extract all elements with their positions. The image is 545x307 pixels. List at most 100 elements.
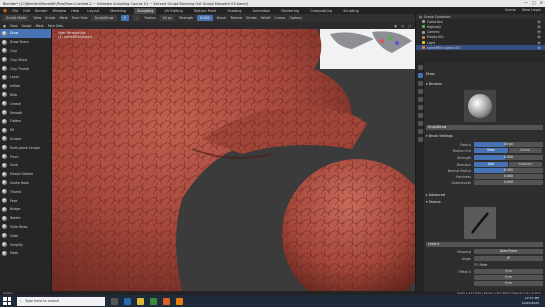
brush-item-fill[interactable]: Fill	[0, 126, 51, 135]
brush-item-mask[interactable]: Mask	[0, 249, 51, 258]
visibility-eye-icon[interactable]: 👁	[537, 20, 541, 24]
menu-view[interactable]: View	[33, 16, 41, 20]
radius-field[interactable]: 40 px	[159, 15, 175, 21]
mask-menu[interactable]: Mask	[36, 24, 44, 28]
sculpt-menu[interactable]: Sculpt	[22, 24, 32, 28]
mode-icon[interactable]: ▣	[3, 24, 6, 28]
brush-item-pose[interactable]: Pose	[0, 196, 51, 205]
workspace-tab-rendering[interactable]: Rendering	[278, 8, 302, 14]
hardness-field[interactable]: 0.000	[474, 174, 543, 179]
workspace-tab-compositing[interactable]: Compositing	[307, 8, 335, 14]
overlay-icon[interactable]: ◎	[401, 24, 404, 28]
brush-item-cloth[interactable]: Cloth	[0, 231, 51, 240]
autosmooth-field[interactable]: 0.000	[474, 180, 543, 185]
normal-radius-field[interactable]: 0.500	[474, 168, 543, 173]
rake-checkbox[interactable]	[474, 262, 478, 267]
radius-field[interactable]: 40 px	[474, 142, 543, 147]
menu-render[interactable]: Render	[35, 9, 47, 13]
windows-start-icon[interactable]	[3, 297, 11, 305]
brush-item-simplify[interactable]: Simplify	[0, 240, 51, 249]
direction-add[interactable]: Add	[474, 162, 509, 167]
brush-item-blob[interactable]: Blob	[0, 91, 51, 100]
direction-subtract[interactable]: Subtract	[508, 162, 543, 167]
brush-item-draw[interactable]: Draw	[0, 29, 51, 38]
radius-unit-scene[interactable]: Scene	[508, 148, 543, 153]
minimize-button[interactable]: —	[524, 0, 528, 5]
offset-z-field[interactable]: 0 m	[474, 281, 543, 286]
view-layer-selector[interactable]: View Layer	[522, 8, 541, 12]
visibility-eye-icon[interactable]: 👁	[537, 35, 541, 39]
menu-mask[interactable]: Mask	[59, 16, 68, 20]
mode-selector[interactable]: Sculpt Mode	[3, 15, 30, 21]
radius-unit-view[interactable]: View	[474, 148, 509, 153]
visibility-eye-icon[interactable]: 👁	[537, 30, 541, 34]
brush-selector[interactable]: SculptDraw	[91, 15, 117, 21]
brush-item-snake-hook[interactable]: Snake Hook	[0, 179, 51, 188]
menu-window[interactable]: Window	[52, 9, 66, 13]
brush-item-scrape[interactable]: Scrape	[0, 135, 51, 144]
brush-item-grab[interactable]: Grab	[0, 161, 51, 170]
brush-item-multi-plane-scrape[interactable]: Multi-plane Scrape	[0, 143, 51, 152]
brush-preview[interactable]	[464, 90, 496, 122]
visibility-eye-icon[interactable]: 👁	[537, 25, 541, 29]
brush-item-thumb[interactable]: Thumb	[0, 187, 51, 196]
overlay-cursor[interactable]: Cursor	[274, 16, 285, 20]
outliner-row[interactable]: cameRRSculpted.001 👁	[416, 45, 545, 51]
offset-x-field[interactable]: 0 m	[474, 269, 543, 274]
brush-item-nudge[interactable]: Nudge	[0, 205, 51, 214]
workspace-tab-scripting[interactable]: Scripting	[340, 8, 362, 14]
texture-preview[interactable]	[464, 207, 496, 239]
blender-taskbar-icon[interactable]	[176, 297, 183, 305]
brush-item-flatten[interactable]: Flatten	[0, 117, 51, 126]
xray-icon[interactable]: ▢	[408, 24, 411, 28]
brush-item-clay-thumb[interactable]: Clay Thumb	[0, 64, 51, 73]
brush-item-smooth[interactable]: Smooth	[0, 108, 51, 117]
scene-tab-icon[interactable]	[417, 105, 423, 110]
brush-item-pinch[interactable]: Pinch	[0, 152, 51, 161]
brush-item-clay-strips[interactable]: Clay Strips	[0, 55, 51, 64]
world-tab-icon[interactable]	[417, 113, 423, 118]
active-tool-tab-icon[interactable]	[417, 73, 423, 78]
menu-file[interactable]: File	[12, 9, 18, 13]
overlay-falloff[interactable]: Falloff	[261, 16, 271, 20]
options-menu[interactable]: Options	[289, 16, 302, 20]
brush-item-layer[interactable]: Layer	[0, 73, 51, 82]
blender-logo-icon[interactable]: ◉	[3, 8, 7, 14]
face-sets-menu[interactable]: Face Sets	[48, 24, 63, 28]
render-tab-icon[interactable]	[417, 81, 423, 86]
workspace-tab-uv-editing[interactable]: UV Editing	[161, 8, 185, 14]
advanced-section-header[interactable]: ▸ Advanced	[426, 193, 445, 197]
brush-item-elastic-deform[interactable]: Elastic Deform	[0, 170, 51, 179]
brush-item-rotate[interactable]: Rotate	[0, 214, 51, 223]
strength-field[interactable]: 0.500	[197, 15, 213, 21]
offset-y-field[interactable]: 0 m	[474, 275, 543, 280]
close-button[interactable]: ✕	[540, 0, 543, 5]
maximize-button[interactable]: □	[532, 0, 536, 5]
menu-sculpt[interactable]: Sculpt	[45, 16, 55, 20]
subtract-button[interactable]: -	[133, 15, 141, 21]
object-tab-icon[interactable]	[417, 121, 423, 126]
output-tab-icon[interactable]	[417, 89, 423, 94]
overlay-brush[interactable]: Brush	[217, 16, 227, 20]
workspace-tab-texture-paint[interactable]: Texture Paint	[191, 8, 220, 14]
overlay-texture[interactable]: Texture	[230, 16, 242, 20]
taskbar-clock[interactable]: 12:57 PM 10/20/2020	[522, 296, 539, 305]
menu-help[interactable]: Help	[71, 9, 79, 13]
visibility-eye-icon[interactable]: 👁	[537, 41, 541, 45]
visibility-eye-icon[interactable]: 👁	[537, 46, 541, 50]
angle-field[interactable]: 0°	[474, 256, 543, 261]
brush-name-field[interactable]: SculptDraw	[426, 125, 543, 130]
task-view-icon[interactable]	[111, 297, 118, 305]
brush-settings-header[interactable]: ▾ Brush Settings	[426, 134, 453, 138]
scene-selector[interactable]: Scene	[505, 8, 516, 12]
brush-item-clay[interactable]: Clay	[0, 47, 51, 56]
workspace-tab-shading[interactable]: Shading	[224, 8, 244, 14]
strength-field[interactable]: 0.500	[474, 155, 543, 160]
workspace-tab-sculpting[interactable]: Sculpting	[134, 7, 157, 14]
workspace-tab-layout[interactable]: Layout	[84, 8, 102, 14]
brushes-section-header[interactable]: ▾ Brushes	[426, 82, 442, 86]
view-layer-tab-icon[interactable]	[417, 97, 423, 102]
store-icon[interactable]	[150, 297, 157, 305]
edge-icon[interactable]	[124, 297, 131, 305]
modifier-tab-icon[interactable]	[417, 129, 423, 134]
